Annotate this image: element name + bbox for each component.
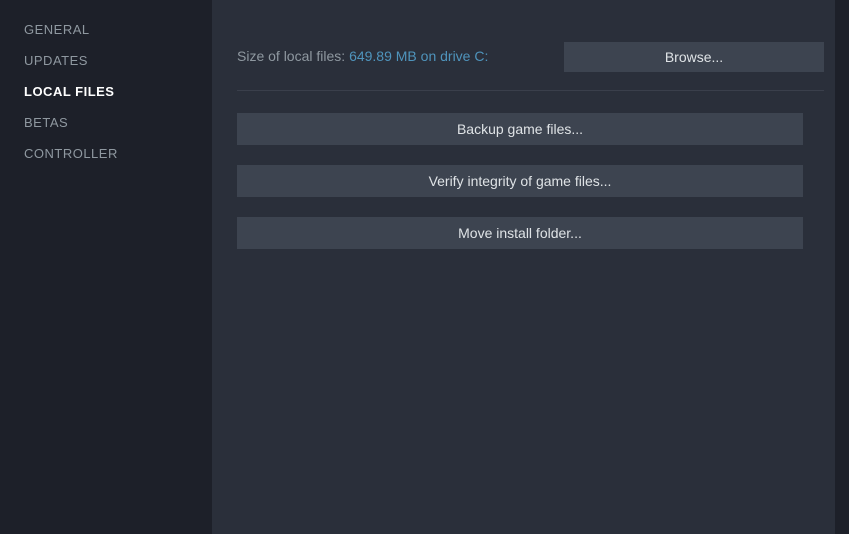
move-button[interactable]: Move install folder...	[237, 217, 803, 249]
size-value: 649.89 MB on drive C:	[349, 48, 488, 64]
sidebar-item-controller[interactable]: CONTROLLER	[24, 138, 212, 169]
sidebar-item-betas[interactable]: BETAS	[24, 107, 212, 138]
main-panel: Size of local files: 649.89 MB on drive …	[212, 0, 849, 534]
size-info-text: Size of local files: 649.89 MB on drive …	[237, 48, 488, 66]
size-label: Size of local files:	[237, 48, 349, 64]
verify-button[interactable]: Verify integrity of game files...	[237, 165, 803, 197]
backup-button[interactable]: Backup game files...	[237, 113, 803, 145]
sidebar: GENERAL UPDATES LOCAL FILES BETAS CONTRO…	[0, 0, 212, 534]
size-info-row: Size of local files: 649.89 MB on drive …	[237, 42, 824, 72]
browse-button[interactable]: Browse...	[564, 42, 824, 72]
sidebar-item-general[interactable]: GENERAL	[24, 14, 212, 45]
divider	[237, 90, 824, 91]
sidebar-item-updates[interactable]: UPDATES	[24, 45, 212, 76]
right-edge	[835, 0, 849, 534]
sidebar-item-local-files[interactable]: LOCAL FILES	[24, 76, 212, 107]
